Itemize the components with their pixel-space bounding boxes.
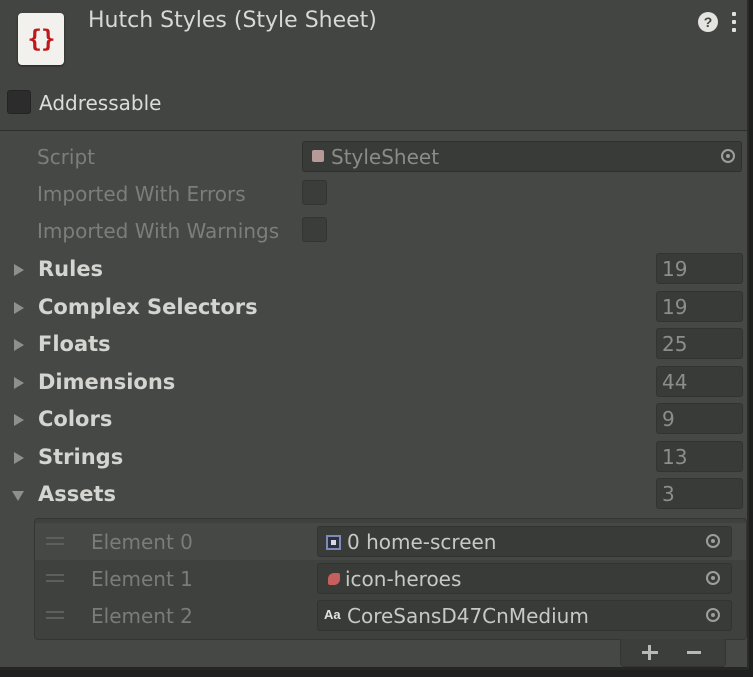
stylesheet-asset-icon: {} — [18, 13, 64, 65]
element-label: Element 2 — [91, 604, 193, 628]
addressable-label: Addressable — [39, 91, 162, 115]
inspector-header: {} Hutch Styles (Style Sheet) ? Addressa… — [0, 0, 747, 131]
collapsed-arrow-icon[interactable] — [14, 302, 24, 314]
foldout-label: Assets — [38, 482, 117, 506]
element-0-object-field[interactable]: 0 home-screen — [317, 526, 732, 557]
imported-with-errors-label: Imported With Errors — [37, 182, 246, 206]
script-value: StyleSheet — [331, 145, 440, 169]
foldout-assets[interactable]: Assets 3 — [0, 478, 747, 512]
object-picker-icon[interactable] — [706, 534, 720, 548]
add-element-button[interactable] — [636, 641, 664, 663]
object-picker-icon[interactable] — [706, 608, 720, 622]
count-value: 44 — [662, 370, 688, 394]
element-value: 0 home-screen — [347, 530, 497, 554]
collapsed-arrow-icon[interactable] — [14, 452, 24, 464]
script-label: Script — [37, 145, 96, 169]
drag-handle-icon[interactable] — [46, 611, 64, 619]
addressable-checkbox[interactable] — [7, 90, 31, 114]
collapsed-arrow-icon[interactable] — [14, 339, 24, 351]
stylesheet-script-icon — [312, 150, 324, 162]
rules-count-field[interactable]: 19 — [656, 253, 743, 284]
object-picker-icon[interactable] — [721, 149, 735, 163]
strings-count-field[interactable]: 13 — [656, 441, 743, 472]
count-value: 9 — [662, 407, 675, 431]
list-footer — [620, 639, 726, 667]
foldout-rules[interactable]: Rules 19 — [0, 253, 747, 287]
help-icon[interactable]: ? — [698, 12, 718, 32]
element-value: CoreSansD47CnMedium — [347, 604, 589, 628]
list-item[interactable]: Element 2 Aa CoreSansD47CnMedium — [35, 597, 746, 634]
assets-count-field[interactable]: 3 — [656, 478, 743, 509]
element-value: icon-heroes — [345, 567, 462, 591]
font-asset-icon: Aa — [324, 607, 341, 622]
count-value: 25 — [662, 332, 688, 356]
count-value: 13 — [662, 445, 688, 469]
imported-with-errors-checkbox[interactable] — [302, 180, 327, 205]
remove-element-button[interactable] — [681, 641, 709, 663]
element-1-object-field[interactable]: icon-heroes — [317, 563, 732, 594]
count-value: 19 — [662, 295, 688, 319]
count-value: 3 — [662, 482, 675, 506]
visual-tree-asset-icon — [326, 535, 341, 550]
foldout-label: Strings — [38, 445, 124, 469]
floats-count-field[interactable]: 25 — [656, 328, 743, 359]
list-item[interactable]: Element 0 0 home-screen — [35, 523, 746, 560]
imported-with-warnings-checkbox[interactable] — [302, 217, 327, 242]
collapsed-arrow-icon[interactable] — [14, 264, 24, 276]
assets-list: Element 0 0 home-screen Element 1 icon-h… — [34, 518, 747, 640]
sprite-icon — [328, 573, 340, 585]
element-label: Element 1 — [91, 567, 193, 591]
script-field[interactable]: StyleSheet — [302, 141, 742, 172]
drag-handle-icon[interactable] — [46, 574, 64, 582]
colors-count-field[interactable]: 9 — [656, 403, 743, 434]
object-picker-icon[interactable] — [706, 571, 720, 585]
inspector-panel: {} Hutch Styles (Style Sheet) ? Addressa… — [0, 0, 749, 670]
foldout-colors[interactable]: Colors 9 — [0, 403, 747, 437]
foldout-label: Dimensions — [38, 370, 176, 394]
element-label: Element 0 — [91, 530, 193, 554]
foldout-label: Complex Selectors — [38, 295, 258, 319]
collapsed-arrow-icon[interactable] — [14, 414, 24, 426]
inspector-title: Hutch Styles (Style Sheet) — [88, 8, 377, 33]
expanded-arrow-icon[interactable] — [12, 491, 24, 501]
more-options-icon[interactable] — [727, 10, 741, 34]
count-value: 19 — [662, 257, 688, 281]
stylesheet-braces-glyph: {} — [27, 25, 56, 53]
foldout-dimensions[interactable]: Dimensions 44 — [0, 366, 747, 400]
foldout-strings[interactable]: Strings 13 — [0, 441, 747, 475]
list-item[interactable]: Element 1 icon-heroes — [35, 560, 746, 597]
complex-selectors-count-field[interactable]: 19 — [656, 291, 743, 322]
foldout-label: Rules — [38, 257, 104, 281]
foldout-label: Floats — [38, 332, 111, 356]
imported-with-warnings-label: Imported With Warnings — [37, 219, 280, 243]
foldout-floats[interactable]: Floats 25 — [0, 328, 747, 362]
collapsed-arrow-icon[interactable] — [14, 377, 24, 389]
element-2-object-field[interactable]: Aa CoreSansD47CnMedium — [317, 600, 732, 631]
foldout-label: Colors — [38, 407, 113, 431]
foldout-complex-selectors[interactable]: Complex Selectors 19 — [0, 291, 747, 325]
drag-handle-icon[interactable] — [46, 537, 64, 545]
dimensions-count-field[interactable]: 44 — [656, 366, 743, 397]
